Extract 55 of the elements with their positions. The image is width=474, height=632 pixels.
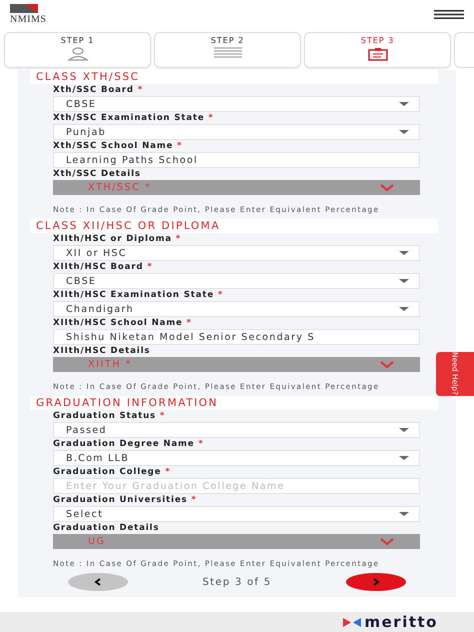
field-label: XIIth/HSC School Name * — [53, 318, 193, 328]
caret-icon — [399, 130, 409, 134]
field-label: Graduation Degree Name * — [53, 439, 205, 449]
shield-logo-icon — [10, 4, 38, 12]
input-field[interactable]: Enter Your Graduation College Name — [53, 478, 420, 494]
field-label: XIIth/HSC or Diploma * — [53, 234, 182, 244]
logo-text: NMIMS — [10, 14, 46, 24]
caret-icon — [399, 279, 409, 283]
field-label: Xth/SSC School Name * — [53, 141, 184, 151]
field-label: XIIth/HSC Details — [53, 346, 152, 356]
chevron-down-icon — [380, 361, 394, 368]
step-tab[interactable]: STEP 3 — [304, 32, 452, 68]
chevron-left-icon — [94, 578, 102, 586]
section-title: CLASS XTH/SSC — [30, 70, 438, 84]
section-title: CLASS XII/HSC OR DIPLOMA — [30, 219, 438, 233]
menu-icon[interactable] — [434, 10, 464, 18]
select-field[interactable]: Select — [53, 506, 420, 522]
chevron-down-icon — [380, 538, 394, 545]
select-field[interactable]: Punjab — [53, 124, 420, 140]
caret-icon — [399, 102, 409, 106]
clipboard-icon — [368, 47, 388, 61]
select-field[interactable]: CBSE — [53, 96, 420, 112]
caret-icon — [399, 456, 409, 460]
field-label: Graduation College * — [53, 467, 172, 477]
caret-icon — [399, 512, 409, 516]
field-label: Graduation Status * — [53, 411, 166, 421]
select-field[interactable]: B.Com LLB — [53, 450, 420, 466]
chevron-right-icon — [372, 578, 380, 586]
field-label: Xth/SSC Board * — [53, 85, 144, 95]
previous-button[interactable] — [68, 573, 128, 591]
field-label: XIIth/HSC Board * — [53, 262, 154, 272]
select-field[interactable]: XII or HSC — [53, 245, 420, 261]
input-field[interactable]: Learning Paths School — [53, 152, 420, 168]
brand-name: meritto — [364, 612, 438, 632]
person-icon — [66, 47, 89, 61]
field-label: Xth/SSC Examination State * — [53, 113, 215, 123]
step-tab[interactable]: STEP 2 — [154, 32, 302, 68]
next-button[interactable] — [346, 573, 406, 591]
field-label: Graduation Universities * — [53, 495, 198, 505]
field-label: Graduation Details — [53, 523, 160, 533]
caret-icon — [399, 428, 409, 432]
select-field[interactable]: CBSE — [53, 273, 420, 289]
select-field[interactable]: Passed — [53, 422, 420, 438]
select-field[interactable]: Chandigarh — [53, 301, 420, 317]
caret-icon — [399, 307, 409, 311]
lines-icon — [214, 47, 242, 59]
chevron-down-icon — [380, 184, 394, 191]
step-tab[interactable]: STEP 1 — [4, 32, 152, 68]
field-label: Xth/SSC Details — [53, 169, 142, 179]
brand-logo-icon — [342, 618, 360, 626]
field-label: XIIth/HSC Examination State * — [53, 290, 224, 300]
section-title: GRADUATION INFORMATION — [30, 396, 438, 410]
input-field[interactable]: Shishu Niketan Model Senior Secondary S — [53, 329, 420, 345]
step-counter: Step 3 of 5 — [202, 576, 272, 588]
caret-icon — [399, 251, 409, 255]
